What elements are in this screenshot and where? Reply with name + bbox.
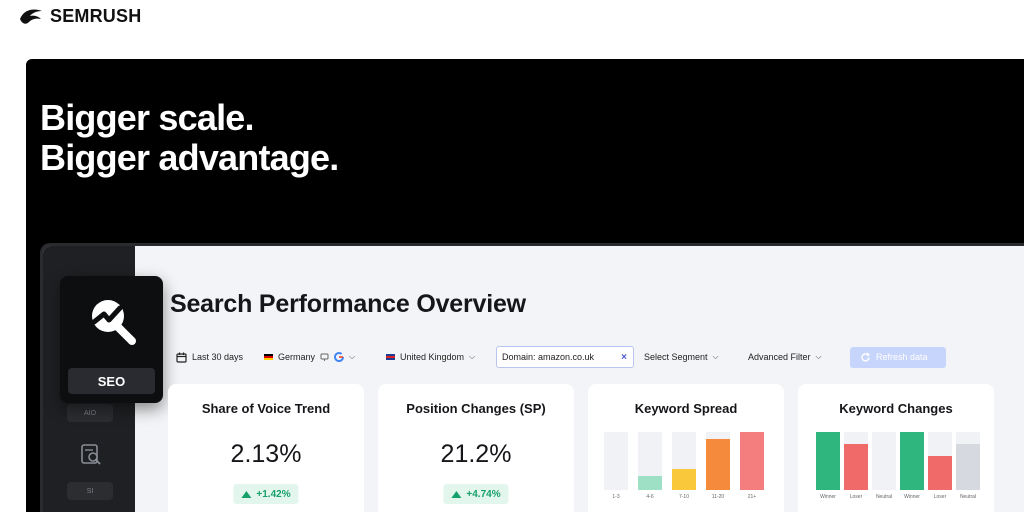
bar-track [604, 432, 628, 490]
bar-track [816, 432, 840, 490]
bar-label: 4-6 [646, 494, 654, 500]
bar-label: Loser [849, 494, 863, 500]
chevron-down-icon: ⌵ [469, 352, 476, 361]
bar-track [844, 432, 868, 490]
bar-track [740, 432, 764, 490]
advanced-filter-label: Advanced Filter [748, 352, 811, 362]
hero-line-2: Bigger advantage. [40, 137, 339, 178]
bar[interactable] [900, 432, 924, 490]
rail-pill-aio[interactable]: AIO [67, 404, 113, 422]
bar-track [872, 432, 896, 490]
chevron-down-icon: ⌵ [712, 352, 719, 361]
delta-badge: +1.42% [233, 484, 299, 504]
hero-headline: Bigger scale. Bigger advantage. [40, 97, 339, 178]
advanced-filter[interactable]: Advanced Filter ⌵ [742, 346, 846, 368]
card-value: 21.2% [440, 440, 512, 468]
bar[interactable] [956, 444, 980, 490]
bar-track [638, 432, 662, 490]
bar-label: Loser [933, 494, 947, 500]
close-icon[interactable]: × [621, 352, 627, 363]
domain-label: Domain: amazon.co.uk [502, 352, 595, 362]
bar-track [928, 432, 952, 490]
bar-label: Neutral [875, 494, 893, 500]
bar-label: 1-3 [612, 494, 620, 500]
chevron-down-icon: ⌵ [815, 352, 822, 361]
germany-flag-icon [264, 354, 273, 360]
bar-track [706, 432, 730, 490]
device-icon [320, 353, 329, 361]
card-value: 2.13% [230, 440, 302, 468]
delta-badge: +4.74% [443, 484, 509, 504]
card-title: Keyword Changes [839, 401, 953, 416]
bar[interactable] [844, 444, 868, 490]
arrow-up-icon [451, 490, 462, 498]
delta-value: +4.74% [466, 488, 501, 500]
segment-label: Select Segment [644, 352, 708, 362]
location-filter[interactable]: United Kingdom ⌵ [380, 346, 494, 368]
top-bar: SEMRUSH [0, 0, 1024, 58]
bar[interactable] [928, 456, 952, 490]
date-range-label: Last 30 days [192, 352, 244, 362]
calendar-icon [176, 352, 187, 363]
brand-logo[interactable]: SEMRUSH [18, 6, 141, 27]
keyword-changes-card[interactable]: Keyword Changes Winner Loser Neutral Winner… [798, 384, 994, 512]
seo-product-card[interactable]: SEO [60, 276, 163, 403]
bar-label: Neutral [959, 494, 977, 500]
bar-label: Winner [904, 494, 920, 500]
country-label: Germany [278, 352, 316, 362]
refresh-icon [861, 352, 871, 362]
delta-value: +1.42% [256, 488, 291, 500]
location-label: United Kingdom [400, 352, 465, 362]
keyword-changes-bars: Winner Loser Neutral Winner Loser Neutral [812, 432, 980, 500]
uk-flag-icon [386, 354, 395, 360]
report-search-icon[interactable] [79, 442, 103, 468]
bar-track [900, 432, 924, 490]
google-icon [334, 352, 345, 362]
position-changes-card[interactable]: Position Changes (SP) 21.2% +4.74% [378, 384, 574, 512]
bar[interactable] [740, 432, 764, 490]
keyword-spread-card[interactable]: Keyword Spread 1-3 4-6 7-10 11-20 21+ [588, 384, 784, 512]
card-title: Position Changes (SP) [406, 401, 546, 416]
card-title: Share of Voice Trend [201, 401, 331, 416]
bar-label: 7-10 [678, 494, 689, 500]
refresh-data-label: Refresh data [876, 352, 928, 362]
semrush-flame-icon [20, 9, 42, 24]
bar-label: Winner [820, 494, 836, 500]
bar[interactable] [638, 476, 662, 490]
date-range-filter[interactable]: Last 30 days [170, 346, 258, 368]
share-of-voice-card[interactable]: Share of Voice Trend 2.13% +1.42% [168, 384, 364, 512]
bar[interactable] [816, 432, 840, 490]
domain-filter[interactable]: Domain: amazon.co.uk × [496, 346, 634, 368]
segment-filter[interactable]: Select Segment ⌵ [638, 346, 742, 368]
page: SEMRUSH Bigger scale. Bigger advantage. … [0, 0, 1024, 512]
seo-badge: SEO [68, 368, 155, 394]
chevron-down-icon: ⌵ [349, 352, 356, 361]
refresh-data-button[interactable]: Refresh data [850, 346, 946, 368]
page-title: Search Performance Overview [170, 290, 526, 318]
bar-label: 21+ [747, 494, 757, 500]
bar[interactable] [672, 469, 696, 490]
bar-label: 11-20 [711, 494, 725, 500]
hero-line-1: Bigger scale. [40, 97, 255, 138]
country-filter[interactable]: Germany ⌵ [258, 346, 380, 368]
keyword-spread-bars: 1-3 4-6 7-10 11-20 21+ [602, 432, 770, 500]
card-title: Keyword Spread [634, 401, 738, 416]
brand-name: SEMRUSH [50, 6, 142, 26]
bar[interactable] [706, 439, 730, 490]
rail-pill-si[interactable]: SI [67, 482, 113, 500]
arrow-up-icon [241, 490, 252, 498]
seo-magnifier-icon [91, 300, 136, 345]
bar-track [672, 432, 696, 490]
bar-track [956, 432, 980, 490]
filter-bar: Last 30 days Germany ⌵ United Kingdom ⌵ … [170, 346, 946, 368]
